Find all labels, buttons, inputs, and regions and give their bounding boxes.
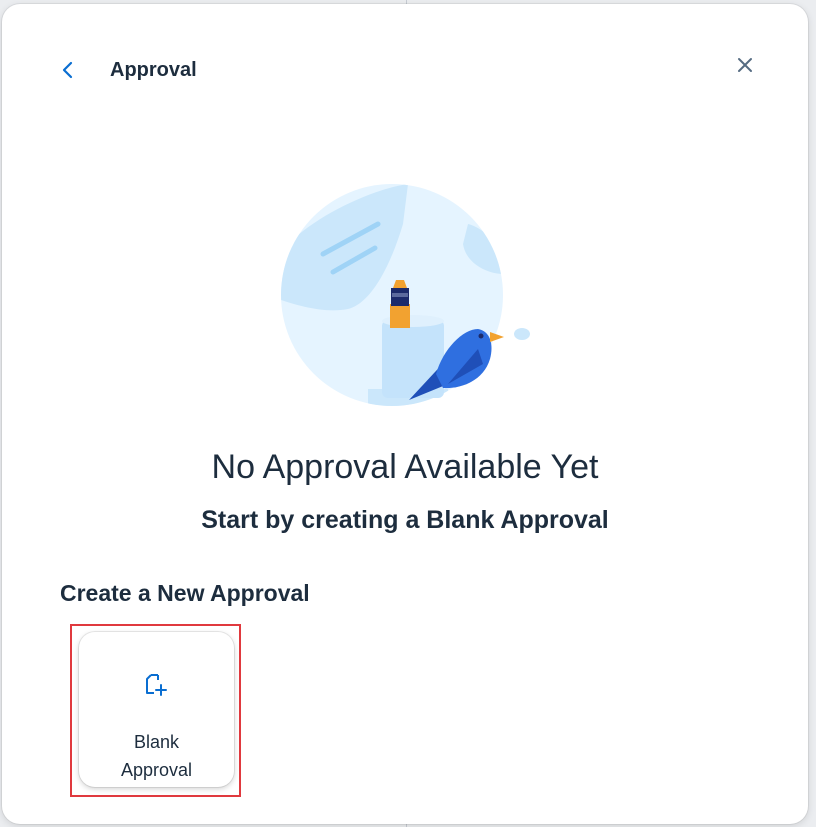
close-icon bbox=[738, 58, 752, 72]
approval-dialog: Approval No Approval Available Yet Start… bbox=[2, 4, 808, 824]
dialog-title: Approval bbox=[110, 59, 197, 81]
chevron-left-icon bbox=[62, 61, 73, 79]
back-button[interactable] bbox=[54, 56, 82, 84]
close-button[interactable] bbox=[730, 50, 760, 80]
create-section-title: Create a New Approval bbox=[60, 580, 310, 606]
card-label: Blank Approval bbox=[120, 732, 193, 780]
empty-state-illustration bbox=[281, 184, 530, 406]
new-document-icon bbox=[146, 674, 167, 696]
dialog-header: Approval bbox=[2, 4, 808, 134]
empty-state-title: No Approval Available Yet bbox=[211, 448, 599, 486]
blank-approval-card[interactable]: Blank Approval bbox=[79, 632, 234, 787]
empty-state-subtitle: Start by creating a Blank Approval bbox=[201, 506, 609, 534]
